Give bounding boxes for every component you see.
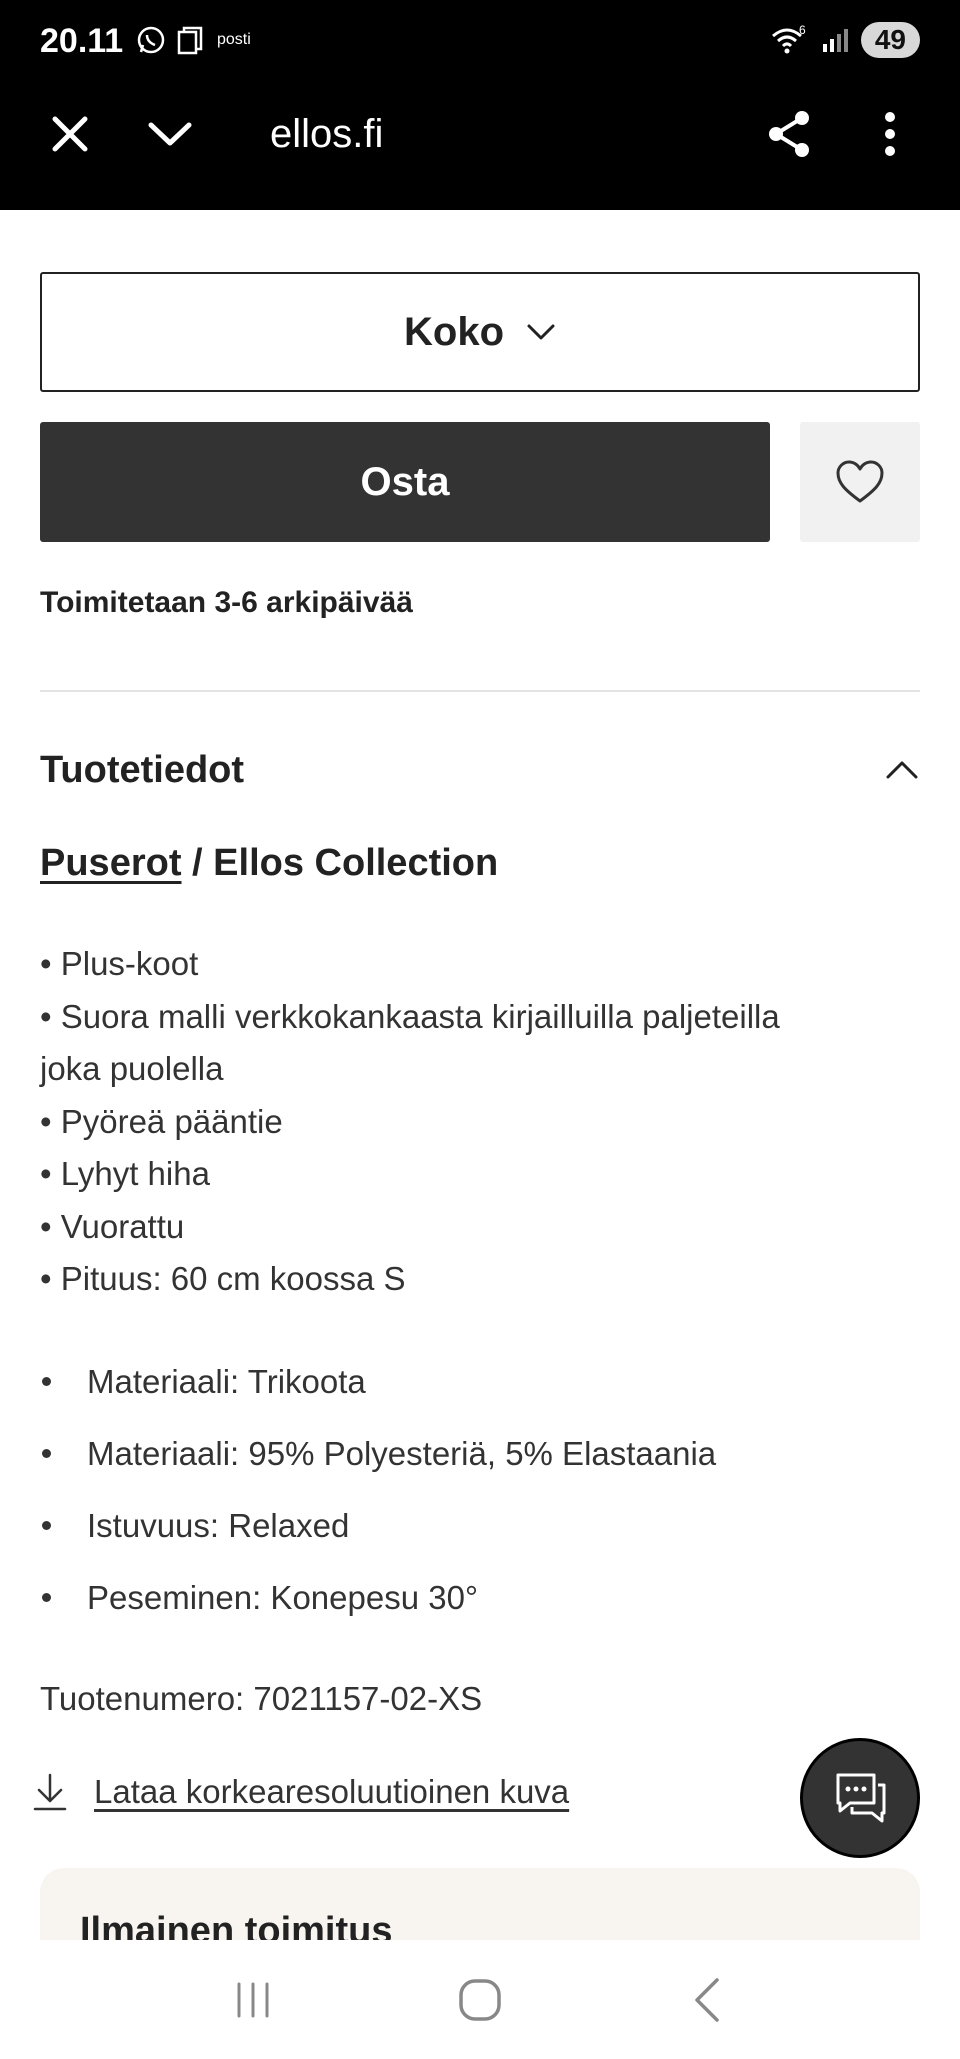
wifi-badge: 6 [799,24,806,37]
spec-text: Materiaali: 95% Polyesteriä, 5% Elastaan… [87,1435,717,1472]
close-icon[interactable] [40,104,100,164]
spec-text: Istuvuus: Relaxed [87,1507,350,1544]
recent-apps-button[interactable] [213,1960,293,2040]
wishlist-button[interactable] [800,422,920,542]
feature-item: • Plus-koot [40,945,199,982]
download-icon [33,1773,67,1811]
url-display[interactable]: ellos.fi [270,112,383,157]
share-icon[interactable] [760,104,820,164]
chevron-down-icon[interactable] [140,104,200,164]
recent-apps-icon [237,1982,269,2017]
feature-item: • Pituus: 60 cm koossa S [40,1260,406,1297]
feature-item: • Suora malli verkkokankaasta kirjaillui… [40,997,780,1035]
bullet-dot [42,1449,51,1458]
spec-list: Materiaali: Trikoota Materiaali: 95% Pol… [40,1362,920,1650]
status-time: 20.11 [40,22,124,60]
system-nav-bar [0,1940,960,2059]
carrier-tag: posti [217,31,251,48]
home-button[interactable] [440,1960,520,2040]
spec-item: Materiaali: 95% Polyesteriä, 5% Elastaan… [40,1434,920,1506]
back-button[interactable] [667,1960,747,2040]
copy-icon [177,26,203,55]
heart-icon [836,460,884,503]
page-content: Koko Osta Toimitetaan 3-6 arkipäivää Tuo… [0,210,960,1940]
status-right-icons: 6 49 [769,22,920,58]
buy-button[interactable]: Osta [40,422,770,542]
chevron-up-icon [886,761,918,779]
chat-icon [836,1773,886,1823]
feature-item: • Lyhyt hiha [40,1155,210,1192]
feature-item: • Pyöreä pääntie [40,1102,283,1140]
chat-button[interactable] [800,1738,920,1858]
top-bar: 20.11 posti 6 49 ellos.fi [0,0,960,210]
spec-text: Peseminen: Konepesu 30° [87,1579,479,1616]
feature-item: joka puolella [40,1050,224,1087]
status-notification-icons: posti [135,24,251,56]
home-icon [459,1978,501,2021]
breadcrumb-separator: / [181,842,214,884]
product-number: Tuotenumero: 7021157-02-XS [40,1680,483,1717]
breadcrumb: Puserot / Ellos Collection [40,842,498,885]
size-select-label: Koko [404,309,504,354]
product-info-header[interactable]: Tuotetiedot [40,740,920,800]
download-image-link[interactable]: Lataa korkearesoluutioinen kuva [32,1772,569,1812]
battery-indicator: 49 [860,22,920,58]
breadcrumb-brand: Ellos Collection [213,842,499,884]
section-title: Tuotetiedot [40,748,245,791]
bullet-dot [42,1377,51,1386]
download-link-label: Lataa korkearesoluutioinen kuva [94,1773,570,1810]
bullet-dot [42,1521,51,1530]
size-select[interactable]: Koko [40,272,920,392]
back-icon [694,1977,719,2022]
bullet-dot [42,1593,51,1602]
more-vertical-icon[interactable] [860,104,920,164]
breadcrumb-category-link[interactable]: Puserot [40,842,181,884]
spec-item: Peseminen: Konepesu 30° [40,1578,920,1650]
whatsapp-icon [137,26,165,54]
feature-item: • Vuorattu [40,1207,185,1245]
spec-text: Materiaali: Trikoota [87,1363,366,1400]
delivery-info: Toimitetaan 3-6 arkipäivää [40,586,413,619]
divider [40,690,920,692]
chevron-down-icon [527,324,555,340]
feature-list: • Plus-koot • Suora malli verkkokankaast… [40,938,920,1306]
signal-icon [822,29,848,52]
spec-item: Materiaali: Trikoota [40,1362,920,1434]
spec-item: Istuvuus: Relaxed [40,1506,920,1578]
free-delivery-box: Ilmainen toimitus [40,1868,920,1940]
promo-title: Ilmainen toimitus [80,1910,393,1940]
buy-button-label: Osta [360,459,450,504]
wifi-icon: 6 [771,24,806,54]
